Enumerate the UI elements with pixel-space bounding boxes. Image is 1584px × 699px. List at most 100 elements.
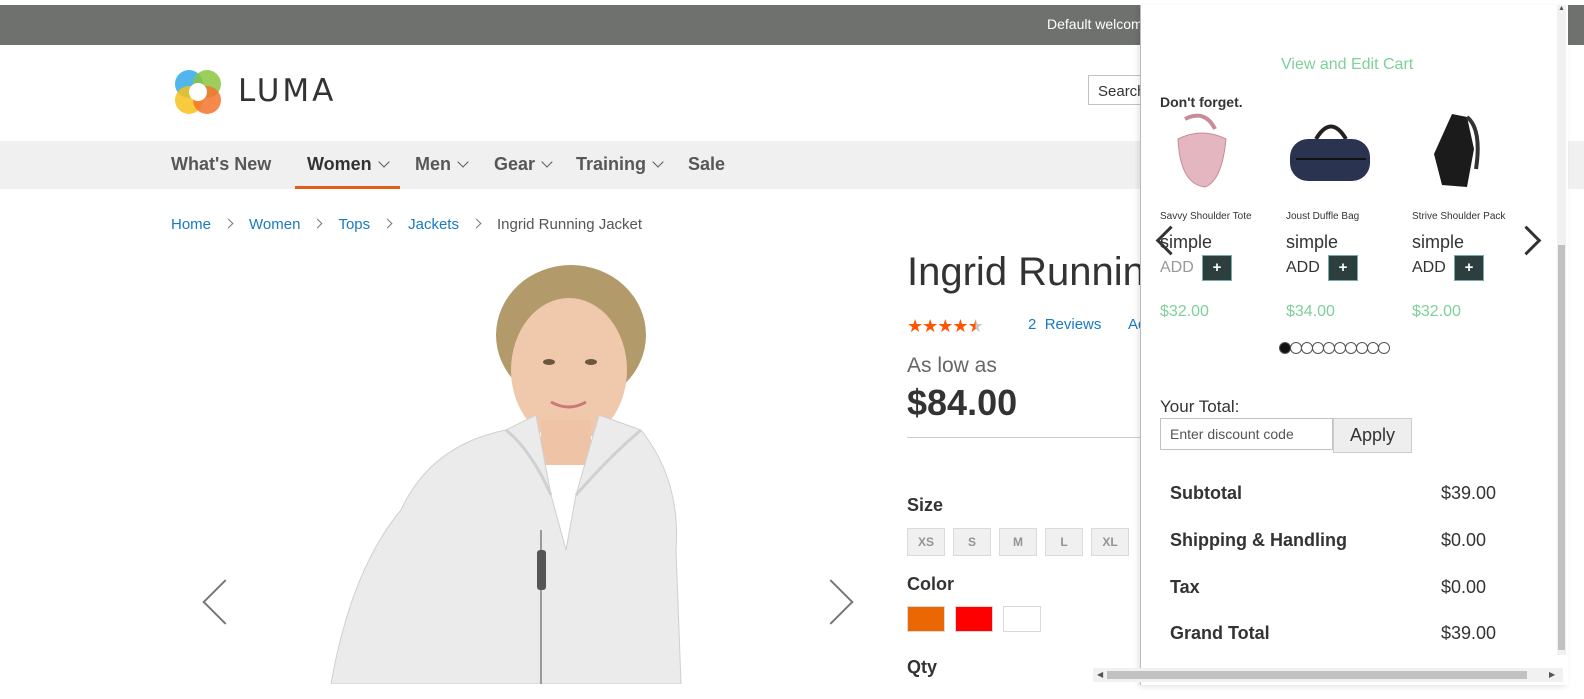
carousel-pagination: [1279, 342, 1390, 354]
size-option-s[interactable]: S: [953, 528, 991, 556]
related-product-type: simple: [1286, 232, 1339, 252]
totals-row-subtotal: Subtotal $39.00: [1170, 483, 1500, 513]
size-label: Size: [907, 495, 944, 515]
scrollbar-thumb[interactable]: [1107, 671, 1527, 679]
tote-bag-image[interactable]: [1160, 109, 1250, 189]
totals-value: $39.00: [1441, 483, 1497, 503]
scroll-left-icon[interactable]: ◀: [1097, 670, 1103, 679]
related-product-price: $34.00: [1286, 303, 1335, 320]
store-logo[interactable]: LUMA: [171, 66, 341, 118]
logo-text: LUMA: [238, 73, 337, 109]
add-to-cart-button[interactable]: +: [1202, 255, 1232, 281]
scroll-right-icon[interactable]: ▶: [1549, 670, 1555, 679]
nav-item-label: Sale: [688, 154, 726, 174]
related-product-price: $32.00: [1160, 303, 1209, 320]
nav-item-label: Men: [415, 154, 451, 174]
color-swatch-white[interactable]: [1003, 606, 1041, 632]
add-label: ADD: [1160, 259, 1194, 276]
nav-item-label: Gear: [494, 154, 536, 174]
related-product-type: simple: [1412, 232, 1465, 252]
star-icon: ★: [937, 316, 953, 336]
rating-stars: ★★★★★: [907, 316, 984, 337]
add-to-cart-button[interactable]: +: [1454, 255, 1484, 281]
size-options: XS S M L XL: [907, 528, 1129, 556]
vertical-scrollbar[interactable]: ▲: [1557, 5, 1566, 655]
chevron-down-icon: [541, 156, 553, 168]
color-swatch-orange[interactable]: [907, 606, 945, 632]
nav-item-men[interactable]: Men: [415, 141, 469, 189]
reviews-link[interactable]: 2 Reviews: [1028, 316, 1101, 333]
reviews-count: 2: [1028, 316, 1037, 333]
size-option-m[interactable]: M: [999, 528, 1037, 556]
nav-item-sale[interactable]: Sale: [688, 141, 725, 189]
star-half-icon: ★: [967, 316, 984, 336]
chevron-down-icon: [652, 156, 664, 168]
size-option-l[interactable]: L: [1045, 528, 1083, 556]
product-image: [171, 250, 871, 684]
star-icon: ★: [907, 316, 923, 336]
nav-item-gear[interactable]: Gear: [494, 141, 553, 189]
nav-item-label: What's New: [171, 154, 272, 174]
carousel-next-icon[interactable]: [1511, 225, 1542, 256]
scrollbar-thumb[interactable]: [1558, 245, 1565, 650]
totals-row-tax: Tax $0.00: [1170, 577, 1500, 607]
totals-value: $0.00: [1441, 530, 1487, 550]
add-label: ADD: [1286, 259, 1320, 276]
nav-item-label: Women: [307, 154, 372, 174]
chevron-right-icon: [382, 218, 393, 229]
chevron-right-icon: [223, 218, 234, 229]
related-product-name[interactable]: Savvy Shoulder Tote: [1160, 211, 1252, 222]
breadcrumb: Home Women Tops Jackets Ingrid Running Jacke…: [171, 216, 642, 233]
chevron-down-icon: [457, 156, 469, 168]
related-product-name[interactable]: Joust Duffle Bag: [1286, 211, 1359, 222]
carousel-dot[interactable]: [1378, 342, 1390, 354]
totals-row-shipping: Shipping & Handling $0.00: [1170, 530, 1500, 560]
your-total-label: Your Total:: [1160, 397, 1240, 416]
breadcrumb-link-jackets[interactable]: Jackets: [408, 216, 459, 233]
scroll-up-icon[interactable]: ▲: [1558, 5, 1565, 12]
add-label: ADD: [1412, 259, 1446, 276]
product-price: $84.00: [907, 382, 1018, 423]
totals-label: Subtotal: [1170, 483, 1242, 503]
color-swatch-red[interactable]: [955, 606, 993, 632]
star-icon: ★: [952, 316, 968, 336]
chevron-right-icon: [471, 218, 482, 229]
luma-logo-icon: [175, 70, 221, 114]
breadcrumb-link-tops[interactable]: Tops: [338, 216, 370, 233]
nav-item-label: Training: [576, 154, 647, 174]
duffle-bag-image[interactable]: [1286, 109, 1376, 189]
size-option-xs[interactable]: XS: [907, 528, 945, 556]
star-icon: ★: [922, 316, 938, 336]
totals-value: $0.00: [1441, 577, 1487, 597]
totals-label: Tax: [1170, 577, 1200, 597]
nav-item-training[interactable]: Training: [576, 141, 664, 189]
dont-forget-heading: Don't forget.: [1160, 94, 1243, 110]
related-product-price: $32.00: [1412, 303, 1461, 320]
totals-label: Shipping & Handling: [1170, 530, 1347, 550]
horizontal-scrollbar[interactable]: ◀ ▶: [1093, 668, 1563, 682]
apply-discount-button[interactable]: Apply: [1333, 418, 1412, 453]
nav-item-women[interactable]: Women: [295, 141, 400, 189]
size-option-xl[interactable]: XL: [1091, 528, 1129, 556]
divider: [907, 437, 1147, 438]
chevron-right-icon: [312, 218, 323, 229]
minicart-dropdown: View and Edit Cart Don't forget. Savvy S…: [1140, 5, 1568, 685]
view-edit-cart-link[interactable]: View and Edit Cart: [1281, 56, 1413, 74]
color-label: Color: [907, 574, 954, 594]
nav-item-whats-new[interactable]: What's New: [171, 141, 271, 189]
as-low-as-label: As low as: [907, 354, 997, 377]
breadcrumb-link-women[interactable]: Women: [249, 216, 300, 233]
breadcrumb-current: Ingrid Running Jacket: [496, 216, 643, 233]
breadcrumb-link-home[interactable]: Home: [171, 216, 211, 233]
totals-row-grand-total: Grand Total $39.00: [1170, 623, 1500, 653]
color-options: [907, 606, 1041, 632]
related-product-name[interactable]: Strive Shoulder Pack: [1412, 211, 1505, 222]
shoulder-pack-image[interactable]: [1412, 109, 1502, 189]
reviews-label: Reviews: [1044, 316, 1102, 333]
jacket-model-image: [330, 265, 682, 684]
add-to-cart-button[interactable]: +: [1328, 255, 1358, 281]
qty-label: Qty: [907, 657, 938, 677]
totals-label: Grand Total: [1170, 623, 1270, 643]
discount-code-input[interactable]: [1160, 418, 1333, 450]
add-review-link[interactable]: Add Your Review: [1128, 316, 1140, 333]
